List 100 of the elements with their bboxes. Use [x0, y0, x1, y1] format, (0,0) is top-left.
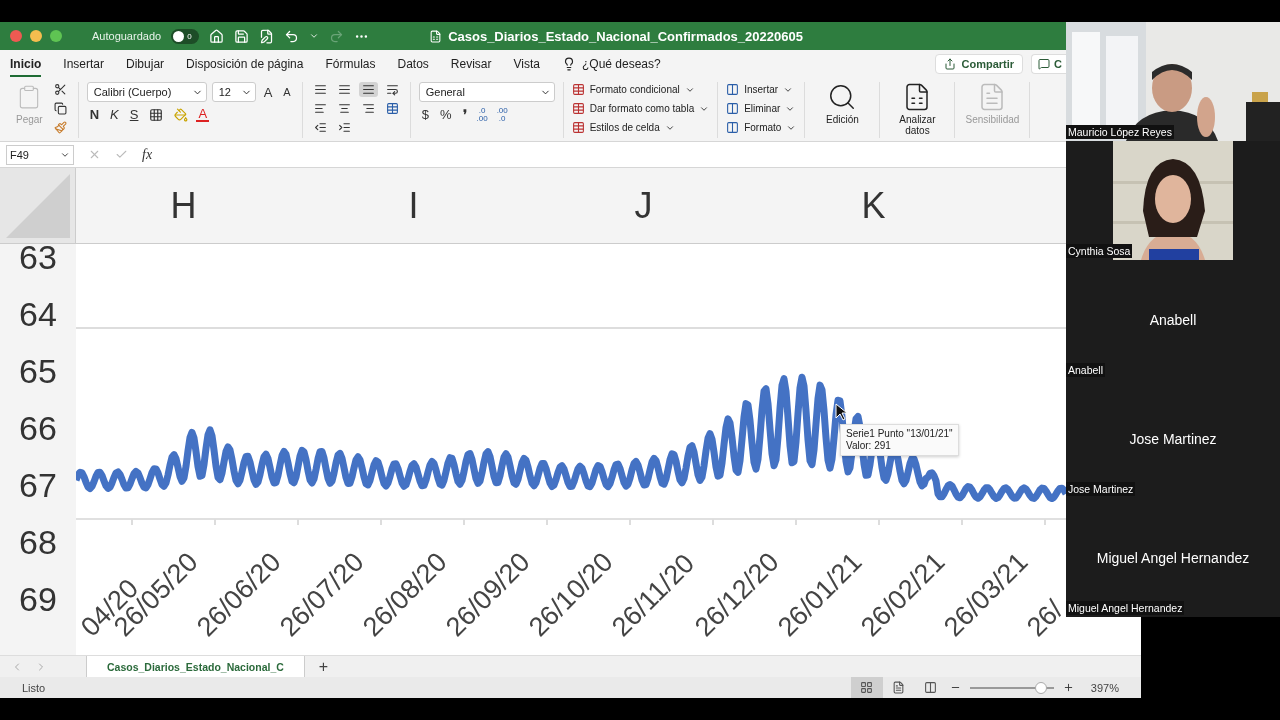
home-icon[interactable] [209, 28, 225, 44]
name-box[interactable]: F49 [6, 144, 74, 165]
participant-label: Jose Martinez [1066, 482, 1136, 496]
decrease-decimal-button[interactable]: .00 .0 [494, 106, 510, 123]
row-header[interactable]: 68 [0, 514, 76, 571]
ribbon-tab[interactable]: Fórmulas [325, 51, 376, 77]
plus-icon [1062, 682, 1074, 693]
table-icon [571, 121, 585, 134]
tooltip-value: Valor: 291 [846, 440, 892, 452]
vertical-align-button[interactable] [358, 82, 378, 97]
autosave-toggle[interactable]: 0 [171, 28, 200, 44]
participant-label: Anabell [1066, 363, 1106, 377]
save-as-icon[interactable] [259, 28, 275, 44]
row-header[interactable]: 69 [0, 571, 76, 628]
row-header[interactable]: 63 [0, 244, 76, 286]
copy-icon [53, 102, 67, 115]
align-left-icon [313, 102, 327, 115]
font-color-button[interactable]: A [196, 107, 210, 122]
grid-icon [860, 681, 874, 694]
paint-bucket-icon [174, 107, 189, 122]
column-header[interactable]: K [766, 168, 981, 243]
number-format-select[interactable]: General [418, 82, 555, 102]
scissors-icon [53, 83, 67, 96]
participant-name: Anabell [1149, 311, 1197, 328]
styles-button[interactable]: Formato condicional [571, 82, 695, 97]
cells-button[interactable]: Eliminar [726, 101, 796, 116]
align-right-icon [361, 102, 375, 115]
cells-button[interactable]: Insertar [726, 82, 794, 97]
styles-button[interactable]: Dar formato como tabla [571, 101, 710, 116]
columns-icon [924, 681, 938, 694]
styles-button[interactable]: Estilos de celda [571, 120, 675, 135]
status-text: Listo [22, 681, 46, 694]
participant-name: Miguel Angel Hernandez [1096, 549, 1250, 566]
participant-label: Cynthia Sosa [1066, 244, 1133, 258]
cursor-icon [835, 403, 848, 421]
comment-icon [1038, 58, 1051, 70]
caret-icon[interactable] [309, 31, 320, 41]
page-icon [892, 681, 906, 694]
undo-icon[interactable] [284, 28, 300, 44]
bold-button[interactable]: N [86, 106, 103, 123]
participant-label: Miguel Angel Hernandez [1066, 601, 1185, 615]
wrap-icon [385, 83, 399, 96]
share-icon [944, 58, 957, 70]
save-icon[interactable] [234, 28, 250, 44]
columns-icon [726, 83, 740, 96]
function-button[interactable]: fx [142, 146, 153, 163]
indent-increase-icon [337, 121, 351, 134]
minimize-button[interactable] [30, 30, 42, 42]
font-size-select[interactable]: 12 [211, 82, 256, 102]
ribbon-button[interactable]: Edición [813, 82, 872, 125]
shrink-font-button[interactable]: A [280, 85, 294, 99]
add-sheet-button[interactable]: + [310, 657, 337, 676]
increase-decimal-button[interactable]: .0 .00 [474, 106, 490, 123]
autosave-label: Autoguardado [92, 30, 162, 42]
grow-font-button[interactable]: A [260, 83, 276, 101]
percent-button[interactable]: % [436, 106, 455, 123]
row-header[interactable]: 67 [0, 457, 76, 514]
underline-button[interactable]: S [126, 106, 142, 123]
table-icon [571, 102, 585, 115]
columns-icon [726, 121, 740, 134]
zoom-level: 397% [1090, 681, 1119, 694]
table-icon [571, 83, 585, 96]
file-icon [429, 29, 443, 43]
ribbon-tab[interactable]: Datos [397, 51, 429, 77]
row-header[interactable]: 66 [0, 400, 76, 457]
column-header[interactable]: J [536, 168, 751, 243]
check-icon [115, 148, 128, 161]
lightbulb-icon [562, 57, 576, 71]
ribbon-button[interactable]: Analizar datos [888, 82, 947, 136]
font-select[interactable]: Calibri (Cuerpo) [86, 82, 207, 102]
table-icon [385, 102, 399, 115]
participant-name: Jose Martinez [1129, 430, 1217, 447]
ribbon-tab[interactable]: Dibujar [126, 51, 165, 77]
view-button[interactable] [850, 677, 883, 698]
column-header[interactable]: H [76, 168, 291, 243]
currency-button[interactable]: $ [418, 106, 432, 123]
paintbrush-icon [53, 121, 67, 134]
cancel-icon [88, 148, 101, 161]
ribbon-tab[interactable]: Vista [513, 51, 540, 77]
row-header[interactable]: 65 [0, 343, 76, 400]
share-button[interactable]: Compartir [935, 54, 1024, 74]
column-header[interactable]: I [306, 168, 521, 243]
ribbon-tab[interactable]: Disposición de página [186, 51, 304, 77]
row-header[interactable]: 64 [0, 286, 76, 343]
tooltip-title: Serie1 Punto "13/01/21" [846, 428, 953, 440]
ribbon-tab[interactable]: Inicio [10, 51, 42, 77]
sheet-tab[interactable]: Casos_Diarios_Estado_Nacional_C [86, 655, 305, 678]
italic-button[interactable]: K [107, 106, 122, 123]
grid-icon [149, 107, 164, 122]
zoom-thumb[interactable] [1035, 681, 1048, 694]
tell-me-label[interactable]: ¿Qué deseas? [582, 57, 661, 71]
comma-style-button[interactable]: ❜ [459, 106, 470, 123]
columns-icon [726, 102, 740, 115]
x-axis-label: 26/ [1021, 594, 1066, 643]
ribbon-tab[interactable]: Revisar [450, 51, 492, 77]
ribbon-tab[interactable]: Insertar [63, 51, 105, 77]
cells-button[interactable]: Formato [726, 120, 797, 135]
comments-button[interactable]: C [1031, 54, 1066, 74]
window-title: Casos_Diarios_Estado_Nacional_Confirmados_20220605 [448, 28, 803, 44]
align-center-icon [337, 102, 351, 115]
